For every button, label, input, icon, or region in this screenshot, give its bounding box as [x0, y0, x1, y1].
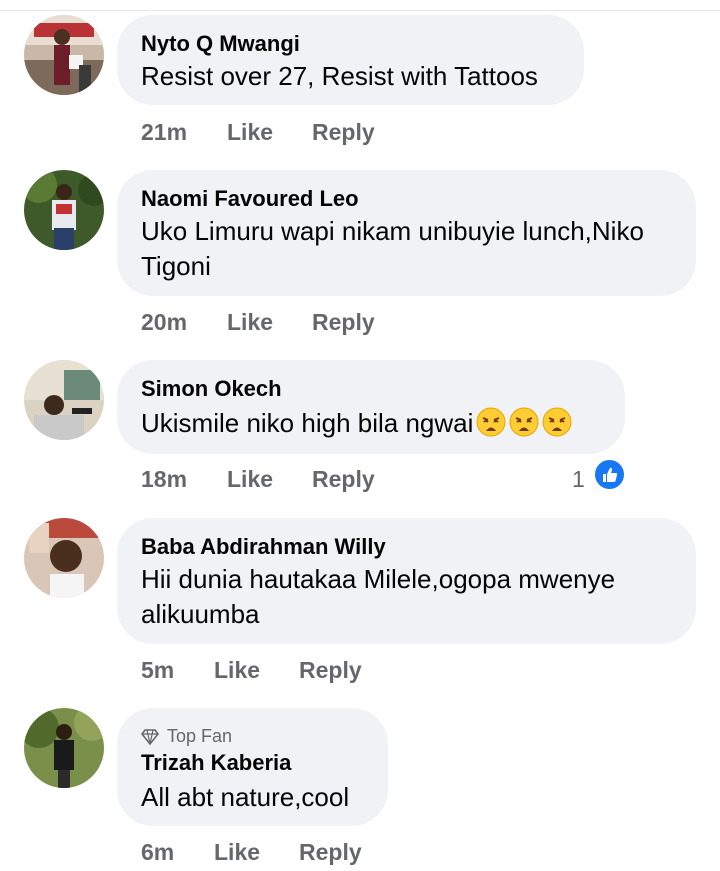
avatar[interactable] — [24, 518, 104, 598]
comment-author[interactable]: Naomi Favoured Leo — [141, 186, 359, 212]
thumbs-up-icon[interactable] — [593, 458, 626, 491]
reply-button[interactable]: Reply — [299, 657, 362, 684]
comment-bubble: Nyto Q Mwangi Resist over 27, Resist wit… — [117, 15, 584, 105]
weary-face-emoji — [509, 407, 539, 437]
comment-bubble: Simon Okech Ukismile niko high bila ngwa… — [117, 360, 625, 454]
avatar[interactable] — [24, 170, 104, 250]
comment-actions: 21m Like Reply — [0, 119, 720, 149]
like-button[interactable]: Like — [227, 119, 273, 146]
comment-time[interactable]: 21m — [141, 119, 187, 146]
comment-author[interactable]: Baba Abdirahman Willy — [141, 534, 386, 560]
comment-author[interactable]: Simon Okech — [141, 376, 282, 402]
like-button[interactable]: Like — [227, 466, 273, 493]
comment-time[interactable]: 5m — [141, 657, 174, 684]
comment-text: Ukismile niko high bila ngwai — [141, 406, 572, 441]
comment-text: All abt nature,cool — [141, 782, 350, 812]
comment-author[interactable]: Nyto Q Mwangi — [141, 31, 300, 57]
comment-item: Simon Okech Ukismile niko high bila ngwa… — [0, 360, 720, 500]
diamond-icon — [141, 728, 159, 745]
like-button[interactable]: Like — [227, 309, 273, 336]
comment-text-line: alikuumba — [141, 599, 260, 629]
comment-time[interactable]: 18m — [141, 466, 187, 493]
comment-bubble: Top Fan Trizah Kaberia All abt nature,co… — [117, 708, 388, 826]
reply-button[interactable]: Reply — [312, 119, 375, 146]
weary-face-emoji — [542, 407, 572, 437]
avatar[interactable] — [24, 708, 104, 788]
comment-time[interactable]: 6m — [141, 839, 174, 866]
top-fan-badge: Top Fan — [141, 726, 232, 747]
comment-author[interactable]: Trizah Kaberia — [141, 750, 291, 776]
reaction-count[interactable]: 1 — [572, 466, 585, 493]
reply-button[interactable]: Reply — [312, 309, 375, 336]
top-fan-label: Top Fan — [167, 726, 233, 746]
like-button[interactable]: Like — [214, 657, 260, 684]
comment-actions: 20m Like Reply — [0, 309, 720, 339]
top-divider — [0, 10, 720, 11]
comment-bubble: Naomi Favoured Leo Uko Limuru wapi nikam… — [117, 170, 696, 296]
comment-actions: 18m Like Reply 1 — [0, 458, 720, 496]
avatar[interactable] — [24, 15, 104, 95]
comment-text-line: Uko Limuru wapi nikam unibuyie lunch,Nik… — [141, 216, 644, 246]
comment-text-line: Tigoni — [141, 251, 211, 281]
reply-button[interactable]: Reply — [299, 839, 362, 866]
avatar[interactable] — [24, 360, 104, 440]
comment-text-content: Ukismile niko high bila ngwai — [141, 408, 474, 438]
comment-bubble: Baba Abdirahman Willy Hii dunia hautakaa… — [117, 518, 696, 644]
reply-button[interactable]: Reply — [312, 466, 375, 493]
comment-item: Naomi Favoured Leo Uko Limuru wapi nikam… — [0, 170, 720, 340]
comment-text: Resist over 27, Resist with Tattoos — [141, 61, 538, 91]
comment-item: Top Fan Trizah Kaberia All abt nature,co… — [0, 708, 720, 868]
weary-face-emoji — [476, 407, 506, 437]
comment-item: Baba Abdirahman Willy Hii dunia hautakaa… — [0, 518, 720, 688]
comment-time[interactable]: 20m — [141, 309, 187, 336]
comment-item: Nyto Q Mwangi Resist over 27, Resist wit… — [0, 15, 720, 145]
comment-actions: 6m Like Reply — [0, 839, 720, 869]
like-button[interactable]: Like — [214, 839, 260, 866]
comment-actions: 5m Like Reply — [0, 657, 720, 687]
comment-text-line: Hii dunia hautakaa Milele,ogopa mwenye — [141, 564, 616, 594]
